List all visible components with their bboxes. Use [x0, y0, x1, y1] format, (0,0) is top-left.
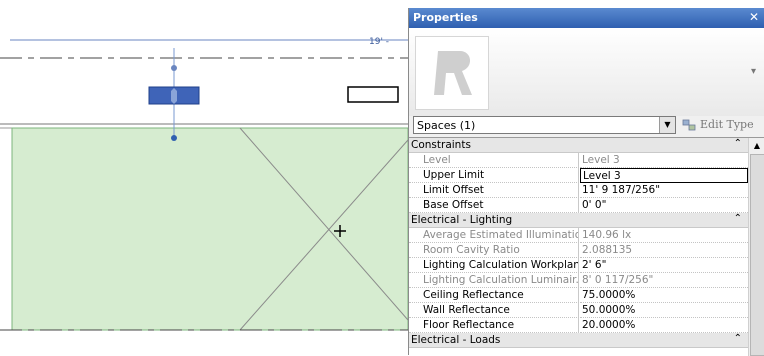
property-name: Lighting Calculation Luminair... — [409, 273, 579, 288]
group-title: Electrical - Loads — [411, 334, 501, 346]
properties-palette: Properties ✕ ▾ Spaces (1) ▼ Edit Type Co… — [408, 8, 764, 356]
tag-grip-icon — [171, 88, 177, 104]
property-row-level[interactable]: Level Level 3 — [409, 153, 748, 168]
room-tag — [347, 86, 399, 103]
type-preview[interactable]: ▾ — [409, 28, 764, 116]
property-value-field[interactable]: 0' 0" — [580, 198, 748, 213]
space-fill — [11, 127, 408, 331]
collapse-icon[interactable]: ⌃ — [734, 333, 742, 344]
property-row-base-offset[interactable]: Base Offset 0' 0" — [409, 198, 748, 213]
type-selector[interactable]: Spaces (1) ▼ — [413, 116, 676, 134]
properties-grid: Constraints ⌃ Level Level 3 Upper Limit … — [409, 137, 764, 356]
properties-titlebar[interactable]: Properties ✕ — [409, 8, 764, 28]
connector-node-bottom — [171, 135, 177, 141]
type-selector-row: Spaces (1) ▼ Edit Type — [409, 116, 764, 136]
type-thumbnail — [415, 36, 489, 110]
property-name: Base Offset — [409, 198, 579, 213]
edit-type-label: Edit Type — [700, 118, 754, 131]
scrollbar-thumb[interactable] — [750, 154, 764, 356]
dimension-label: 19' - — [369, 37, 390, 47]
scroll-up-icon[interactable]: ▲ — [749, 138, 764, 153]
type-selector-value: Spaces (1) — [417, 119, 476, 132]
property-name: Lighting Calculation Workplane — [409, 258, 579, 273]
property-name: Upper Limit — [409, 168, 579, 183]
chevron-down-icon[interactable]: ▼ — [659, 117, 675, 133]
edit-type-icon — [682, 119, 696, 131]
property-row-limit-offset[interactable]: Limit Offset 11' 9 187/256" — [409, 183, 748, 198]
group-constraints[interactable]: Constraints ⌃ — [409, 138, 748, 153]
property-row-wall-reflectance[interactable]: Wall Reflectance 50.0000% — [409, 303, 748, 318]
property-value-field[interactable]: 2' 6" — [580, 258, 748, 273]
property-value-field[interactable]: 50.0000% — [580, 303, 748, 318]
connector-node-top — [171, 65, 177, 71]
property-name: Average Estimated Illumination — [409, 228, 579, 243]
property-name: Ceiling Reflectance — [409, 288, 579, 303]
property-row-room-cavity-ratio[interactable]: Room Cavity Ratio 2.088135 — [409, 243, 748, 258]
preview-dropdown-icon[interactable]: ▾ — [751, 66, 756, 77]
property-row-workplane[interactable]: Lighting Calculation Workplane 2' 6" — [409, 258, 748, 273]
floor-plan-view[interactable] — [0, 0, 408, 355]
property-name: Level — [409, 153, 579, 168]
group-title: Constraints — [411, 139, 471, 151]
property-name: Floor Reflectance — [409, 318, 579, 333]
group-electrical-lighting[interactable]: Electrical - Lighting ⌃ — [409, 213, 748, 228]
revit-logo-icon — [434, 51, 472, 95]
property-name: Wall Reflectance — [409, 303, 579, 318]
property-value: 8' 0 117/256" — [580, 273, 748, 288]
properties-title: Properties — [413, 11, 478, 24]
property-row-average-illumination[interactable]: Average Estimated Illumination 140.96 lx — [409, 228, 748, 243]
property-value: Level 3 — [580, 153, 748, 168]
property-name: Room Cavity Ratio — [409, 243, 579, 258]
close-icon[interactable]: ✕ — [749, 10, 759, 24]
collapse-icon[interactable]: ⌃ — [734, 213, 742, 224]
drawing-canvas[interactable]: 19' - — [0, 0, 408, 355]
property-value-field[interactable]: 11' 9 187/256" — [580, 183, 748, 198]
vertical-scrollbar[interactable]: ▲ — [748, 138, 764, 356]
group-title: Electrical - Lighting — [411, 214, 513, 226]
property-value-field[interactable]: Level 3 — [580, 168, 748, 183]
property-row-floor-reflectance[interactable]: Floor Reflectance 20.0000% — [409, 318, 748, 333]
property-value-field[interactable]: 75.0000% — [580, 288, 748, 303]
property-name: Limit Offset — [409, 183, 579, 198]
edit-type-button[interactable]: Edit Type — [680, 116, 764, 134]
property-value: 140.96 lx — [580, 228, 748, 243]
property-row-ceiling-reflectance[interactable]: Ceiling Reflectance 75.0000% — [409, 288, 748, 303]
property-value: 2.088135 — [580, 243, 748, 258]
property-row-luminaire-plane[interactable]: Lighting Calculation Luminair... 8' 0 11… — [409, 273, 748, 288]
collapse-icon[interactable]: ⌃ — [734, 138, 742, 149]
property-row-upper-limit[interactable]: Upper Limit Level 3 — [409, 168, 748, 183]
group-electrical-loads[interactable]: Electrical - Loads ⌃ — [409, 333, 748, 348]
property-value-field[interactable]: 20.0000% — [580, 318, 748, 333]
